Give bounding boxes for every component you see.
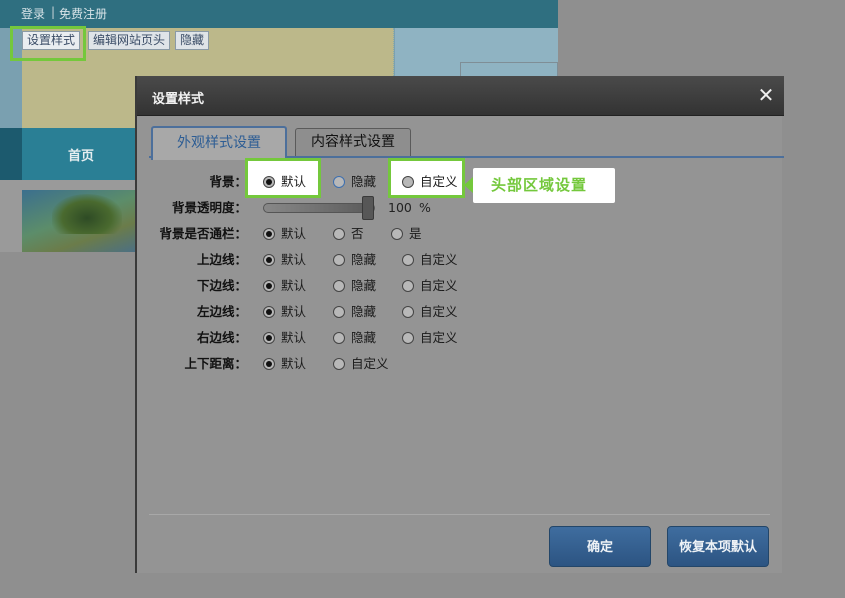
close-icon[interactable]: ✕ — [756, 85, 776, 105]
login-link[interactable]: 登录 — [21, 5, 45, 22]
fullwidth-option-yes[interactable]: 是 — [391, 224, 422, 244]
palm-tree-image — [22, 190, 140, 252]
palm-icon — [52, 194, 122, 234]
bottom-border-option-default[interactable]: 默认 — [263, 276, 306, 296]
dialog-header: 设置样式 ✕ — [137, 76, 784, 116]
set-style-highlight — [10, 26, 86, 61]
tab-appearance[interactable]: 外观样式设置 — [151, 126, 287, 160]
left-border-option-custom[interactable]: 自定义 — [402, 302, 458, 322]
row-spacing: 上下距离： 默认 自定义 — [137, 354, 784, 374]
label-left-border: 左边线： — [196, 304, 247, 319]
radio-icon[interactable] — [263, 227, 275, 240]
label-top-border: 上边线： — [196, 252, 247, 267]
row-left-border: 左边线： 默认 隐藏 自定义 — [137, 302, 784, 322]
label-background: 背景： — [209, 174, 247, 189]
transparency-value: 100 — [388, 200, 412, 215]
radio-icon[interactable] — [263, 253, 275, 266]
fullwidth-option-no[interactable]: 否 — [333, 224, 364, 244]
radio-icon[interactable] — [263, 305, 275, 318]
row-full-width: 背景是否通栏： 默认 否 是 — [137, 224, 784, 244]
nav-home-item[interactable]: 首页 — [22, 128, 140, 180]
radio-icon[interactable] — [402, 331, 414, 344]
radio-icon[interactable] — [402, 305, 414, 318]
site-top-bar: 登录 | 免费注册 — [0, 0, 558, 28]
bg-option-custom[interactable]: 自定义 — [402, 172, 458, 192]
radio-icon[interactable] — [402, 253, 414, 266]
callout-arrow-icon — [464, 177, 473, 193]
edit-header-button[interactable]: 编辑网站页头 — [88, 31, 171, 50]
radio-icon[interactable] — [333, 279, 345, 292]
bottom-border-option-custom[interactable]: 自定义 — [402, 276, 458, 296]
top-link-separator: | — [51, 5, 56, 19]
row-transparency: 背景透明度： 100 % — [137, 196, 784, 220]
dialog-tabs: 外观样式设置 内容样式设置 — [149, 124, 784, 160]
right-border-option-hide[interactable]: 隐藏 — [333, 328, 376, 348]
left-border-option-hide[interactable]: 隐藏 — [333, 302, 376, 322]
tab-content-style[interactable]: 内容样式设置 — [295, 128, 411, 156]
radio-icon[interactable] — [263, 331, 275, 344]
restore-default-button[interactable]: 恢复本项默认 — [667, 526, 769, 567]
radio-icon[interactable] — [333, 331, 345, 344]
top-border-option-hide[interactable]: 隐藏 — [333, 250, 376, 270]
radio-icon[interactable] — [333, 305, 345, 318]
spacing-option-custom[interactable]: 自定义 — [333, 354, 389, 374]
row-top-border: 上边线： 默认 隐藏 自定义 — [137, 250, 784, 270]
radio-icon[interactable] — [263, 175, 275, 188]
register-link[interactable]: 免费注册 — [59, 5, 107, 22]
radio-icon[interactable] — [333, 357, 345, 370]
bottom-border-option-hide[interactable]: 隐藏 — [333, 276, 376, 296]
left-border-option-default[interactable]: 默认 — [263, 302, 306, 322]
radio-icon[interactable] — [333, 227, 345, 240]
hide-header-button[interactable]: 隐藏 — [175, 31, 210, 50]
top-border-option-default[interactable]: 默认 — [263, 250, 306, 270]
top-border-option-custom[interactable]: 自定义 — [402, 250, 458, 270]
right-border-option-custom[interactable]: 自定义 — [402, 328, 458, 348]
row-background: 背景： 默认 隐藏 自定义 — [137, 172, 784, 192]
label-full-width: 背景是否通栏： — [159, 226, 247, 241]
fullwidth-option-default[interactable]: 默认 — [263, 224, 306, 244]
radio-icon[interactable] — [391, 227, 403, 240]
radio-icon[interactable] — [263, 357, 275, 370]
radio-icon[interactable] — [402, 175, 414, 188]
radio-icon[interactable] — [263, 279, 275, 292]
label-right-border: 右边线： — [196, 330, 247, 345]
ok-button[interactable]: 确定 — [549, 526, 651, 567]
right-border-option-default[interactable]: 默认 — [263, 328, 306, 348]
slider-handle[interactable] — [362, 196, 374, 220]
row-right-border: 右边线： 默认 隐藏 自定义 — [137, 328, 784, 348]
bg-option-default[interactable]: 默认 — [263, 172, 306, 192]
radio-icon[interactable] — [333, 253, 345, 266]
style-dialog: 设置样式 ✕ 外观样式设置 内容样式设置 背景： 默认 隐藏 自定义 头部区域设… — [135, 76, 784, 573]
radio-icon[interactable] — [402, 279, 414, 292]
spacing-option-default[interactable]: 默认 — [263, 354, 306, 374]
radio-icon[interactable] — [333, 175, 345, 188]
row-bottom-border: 下边线： 默认 隐藏 自定义 — [137, 276, 784, 296]
label-bottom-border: 下边线： — [196, 278, 247, 293]
label-transparency: 背景透明度： — [171, 200, 247, 215]
dialog-title: 设置样式 — [152, 92, 205, 107]
transparency-slider[interactable] — [263, 203, 375, 213]
footer-divider — [149, 514, 770, 515]
transparency-unit: % — [419, 200, 431, 215]
bg-option-hide[interactable]: 隐藏 — [333, 172, 376, 192]
label-spacing: 上下距离： — [184, 356, 247, 371]
